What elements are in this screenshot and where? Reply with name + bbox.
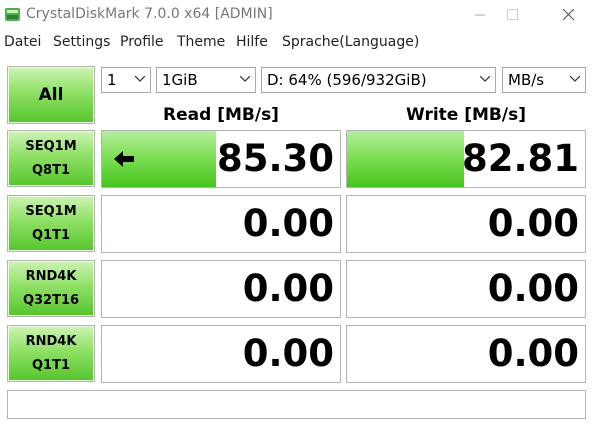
test-count-value: 1 xyxy=(107,71,117,89)
read-result-cell: 0.00 xyxy=(101,260,341,318)
read-result-cell: 0.00 xyxy=(101,195,341,253)
test-button-seq1m-q1t1[interactable]: SEQ1M Q1T1 xyxy=(7,195,95,252)
read-result-cell: 0.00 xyxy=(101,325,341,383)
maximize-icon xyxy=(507,9,518,20)
test-button-rnd4k-q32t16[interactable]: RND4K Q32T16 xyxy=(7,260,95,317)
write-result-cell: 0.00 xyxy=(346,325,586,383)
test-count-select[interactable]: 1 xyxy=(101,67,151,93)
window-title: CrystalDiskMark 7.0.0 x64 [ADMIN] xyxy=(26,6,273,22)
test-size-select[interactable]: 1GiB xyxy=(156,67,256,93)
write-progress-bar xyxy=(347,131,464,187)
read-result-cell: 85.30 xyxy=(101,130,341,188)
write-value: 0.00 xyxy=(487,267,579,310)
menu-datei[interactable]: Datei xyxy=(4,34,41,50)
menu-language[interactable]: Sprache(Language) xyxy=(282,34,419,50)
unit-select[interactable]: MB/s xyxy=(502,67,586,93)
title-bar: CrystalDiskMark 7.0.0 x64 [ADMIN] xyxy=(0,0,595,30)
read-value: 0.00 xyxy=(242,332,334,375)
test-params: Q1T1 xyxy=(31,358,70,373)
maximize-button[interactable] xyxy=(489,0,535,30)
chevron-down-icon xyxy=(570,76,580,82)
menu-bar: Datei Settings Profile Theme Hilfe Sprac… xyxy=(0,30,595,54)
chevron-down-icon xyxy=(480,76,490,82)
read-value: 85.30 xyxy=(216,137,334,180)
run-all-button[interactable]: All xyxy=(7,66,95,124)
test-params: Q1T1 xyxy=(31,228,70,243)
test-button-seq1m-q8t1[interactable]: SEQ1M Q8T1 xyxy=(7,130,95,187)
write-result-cell: 0.00 xyxy=(346,195,586,253)
test-button-rnd4k-q1t1[interactable]: RND4K Q1T1 xyxy=(7,325,95,382)
menu-hilfe[interactable]: Hilfe xyxy=(236,34,268,50)
write-header: Write [MB/s] xyxy=(406,105,526,125)
test-name: RND4K xyxy=(25,269,77,284)
drive-value: D: 64% (596/932GiB) xyxy=(267,71,427,89)
write-result-cell: 0.00 xyxy=(346,260,586,318)
read-value: 0.00 xyxy=(242,202,334,245)
read-header: Read [MB/s] xyxy=(163,105,279,125)
close-button[interactable] xyxy=(545,0,591,30)
run-all-label: All xyxy=(38,85,64,105)
test-params: Q32T16 xyxy=(22,293,80,308)
test-size-value: 1GiB xyxy=(162,71,198,89)
drive-select[interactable]: D: 64% (596/932GiB) xyxy=(261,67,496,93)
unit-value: MB/s xyxy=(508,71,545,89)
left-arrow-icon xyxy=(114,151,134,167)
test-name: SEQ1M xyxy=(25,139,77,154)
write-value: 0.00 xyxy=(487,332,579,375)
test-name: RND4K xyxy=(25,334,77,349)
minimize-icon xyxy=(475,14,485,16)
test-params: Q8T1 xyxy=(31,163,70,178)
close-icon xyxy=(563,9,575,21)
comment-field[interactable] xyxy=(7,390,586,419)
chevron-down-icon xyxy=(240,76,250,82)
write-result-cell: 82.81 xyxy=(346,130,586,188)
crystaldiskmark-icon xyxy=(4,6,21,23)
write-value: 82.81 xyxy=(461,137,579,180)
chevron-down-icon xyxy=(135,76,145,82)
test-name: SEQ1M xyxy=(25,204,77,219)
read-value: 0.00 xyxy=(242,267,334,310)
menu-settings[interactable]: Settings xyxy=(53,34,110,50)
write-value: 0.00 xyxy=(487,202,579,245)
menu-profile[interactable]: Profile xyxy=(120,34,164,50)
menu-theme[interactable]: Theme xyxy=(177,34,225,50)
